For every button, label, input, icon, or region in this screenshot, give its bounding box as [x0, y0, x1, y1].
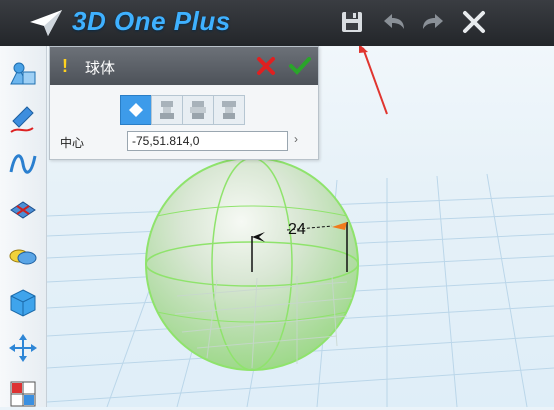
modify-surface-icon[interactable] — [7, 194, 39, 226]
undo-icon[interactable] — [380, 8, 408, 36]
center-label: 中心 — [60, 136, 85, 150]
warning-icon: ! — [62, 56, 68, 76]
array-grid-icon[interactable] — [7, 378, 39, 410]
confirm-check-icon[interactable] — [288, 54, 312, 78]
panel-title: 球体 — [85, 60, 116, 77]
mode-align-middle-icon[interactable] — [182, 95, 214, 125]
redo-icon[interactable] — [419, 8, 447, 36]
combine-icon[interactable] — [7, 240, 39, 272]
cube-icon[interactable] — [7, 286, 39, 318]
mode-free-sphere-icon[interactable] — [120, 95, 152, 125]
cancel-x-icon[interactable] — [254, 54, 278, 78]
panel-header: ! 球体 — [50, 47, 318, 85]
sphere-panel: ! 球体 中心 › — [49, 46, 319, 160]
sketch-pencil-icon[interactable] — [7, 104, 39, 136]
center-coordinate-input[interactable] — [127, 131, 288, 151]
annotation-arrow — [362, 47, 388, 115]
annotation-arrow-head — [359, 46, 368, 53]
move-arrows-icon[interactable] — [7, 332, 39, 364]
radius-value-label[interactable]: 24 — [288, 221, 306, 239]
curve-icon[interactable] — [7, 148, 39, 180]
left-toolbar — [0, 46, 47, 407]
mode-align-bottom-icon[interactable] — [151, 95, 183, 125]
close-icon[interactable] — [460, 8, 488, 36]
paper-plane-logo-icon — [30, 10, 62, 36]
title-bar: 3D One Plus — [0, 0, 554, 46]
app-title: 3D One Plus — [72, 6, 231, 36]
mode-align-top-icon[interactable] — [213, 95, 245, 125]
save-icon[interactable] — [338, 8, 366, 36]
basic-solid-icon[interactable] — [7, 58, 39, 90]
center-expand-icon[interactable]: › — [294, 132, 298, 146]
